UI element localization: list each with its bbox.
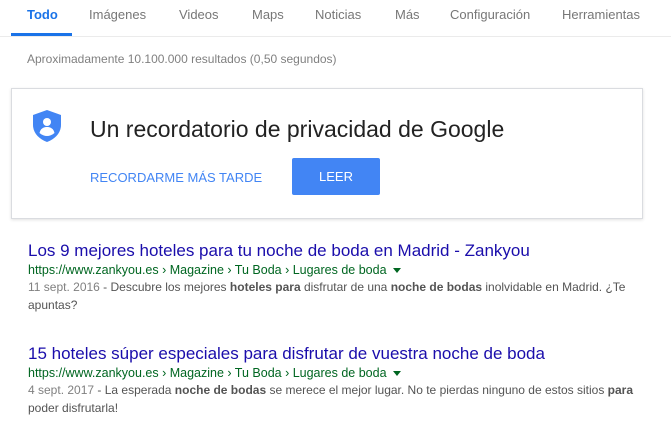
- active-tab-indicator: [11, 33, 72, 36]
- url-menu-caret-icon[interactable]: [392, 268, 401, 274]
- search-result: Los 9 mejores hoteles para tu noche de b…: [28, 241, 658, 314]
- search-result: 15 hoteles súper especiales para disfrut…: [28, 344, 658, 417]
- read-button[interactable]: LEER: [292, 158, 380, 195]
- result-title-link[interactable]: Los 9 mejores hoteles para tu noche de b…: [28, 241, 658, 261]
- tab-todo[interactable]: Todo: [27, 7, 58, 22]
- search-tabs: Todo Imágenes Videos Maps Noticias Más C…: [0, 0, 671, 37]
- tab-mas[interactable]: Más: [395, 7, 420, 22]
- tab-noticias[interactable]: Noticias: [315, 7, 361, 22]
- result-title-link[interactable]: 15 hoteles súper especiales para disfrut…: [28, 344, 658, 364]
- result-url: https://www.zankyou.es › Magazine › Tu B…: [28, 263, 658, 277]
- privacy-reminder-title: Un recordatorio de privacidad de Google: [90, 116, 505, 142]
- url-menu-caret-icon[interactable]: [392, 371, 401, 377]
- remind-later-button[interactable]: RECORDARME MÁS TARDE: [90, 170, 262, 185]
- result-snippet: 4 sept. 2017 - La esperada noche de boda…: [28, 383, 634, 415]
- result-snippet: 11 sept. 2016 - Descubre los mejores hot…: [28, 280, 626, 312]
- tab-maps[interactable]: Maps: [252, 7, 284, 22]
- privacy-shield-icon: [33, 110, 61, 142]
- result-stats: Aproximadamente 10.100.000 resultados (0…: [27, 52, 337, 66]
- tab-imagenes[interactable]: Imágenes: [89, 7, 146, 22]
- tab-herramientas[interactable]: Herramientas: [562, 7, 640, 22]
- privacy-reminder-card: Un recordatorio de privacidad de Google …: [11, 88, 643, 219]
- result-url: https://www.zankyou.es › Magazine › Tu B…: [28, 366, 658, 380]
- tab-videos[interactable]: Videos: [179, 7, 219, 22]
- tab-configuracion[interactable]: Configuración: [450, 7, 530, 22]
